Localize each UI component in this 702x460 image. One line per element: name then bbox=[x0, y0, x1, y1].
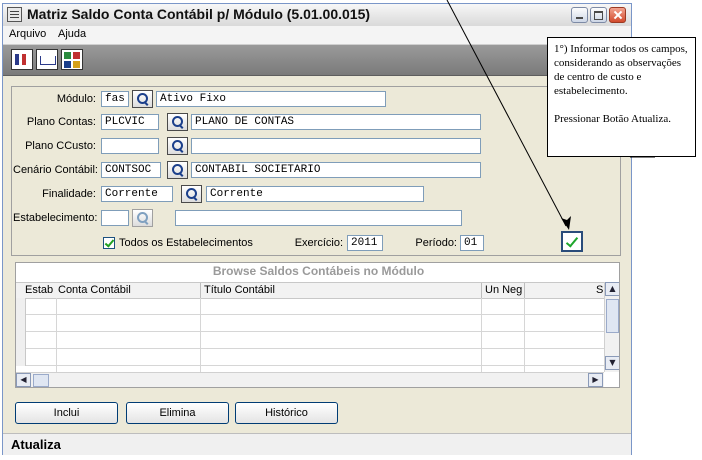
note-line-1: 1°) Informar todos os campos, consideran… bbox=[554, 43, 688, 97]
note-line-2: Pressionar Botão Atualiza. bbox=[554, 113, 672, 125]
instruction-note: 1°) Informar todos os campos, consideran… bbox=[547, 37, 696, 157]
